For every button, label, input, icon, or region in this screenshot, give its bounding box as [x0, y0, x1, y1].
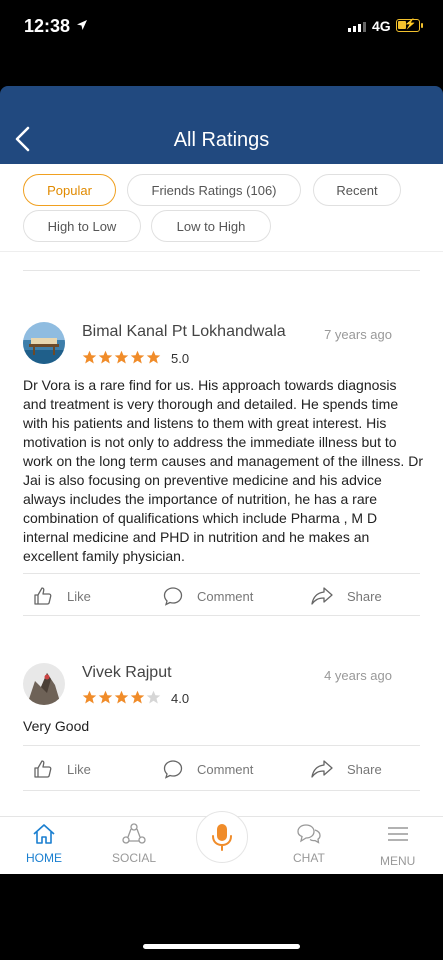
- tab-social-label: SOCIAL: [112, 851, 157, 865]
- comment-label: Comment: [197, 761, 254, 777]
- microphone-icon: [212, 824, 232, 851]
- chat-icon: [297, 824, 321, 844]
- status-time: 12:38: [24, 16, 71, 36]
- star-icon: [146, 350, 161, 364]
- filter-low-to-high[interactable]: Low to High: [151, 210, 271, 242]
- star-icon: [98, 350, 113, 364]
- share-label: Share: [347, 588, 382, 604]
- filter-high-to-low[interactable]: High to Low: [23, 210, 141, 242]
- tab-social[interactable]: SOCIAL: [112, 823, 156, 865]
- like-label: Like: [67, 588, 91, 604]
- filter-friends-ratings[interactable]: Friends Ratings (106): [127, 174, 301, 206]
- hamburger-menu-icon: [387, 827, 408, 841]
- share-arrow-icon: [311, 587, 333, 605]
- share-button[interactable]: Share: [311, 759, 382, 779]
- like-button[interactable]: Like: [33, 759, 91, 779]
- star-icon: [146, 690, 161, 704]
- page-title: All Ratings: [173, 129, 270, 151]
- tab-chat-label: CHAT: [293, 851, 325, 865]
- share-arrow-icon: [311, 760, 333, 778]
- voice-search-button[interactable]: [196, 811, 248, 863]
- avatar-photo: [23, 322, 65, 364]
- star-icon: [130, 350, 145, 364]
- share-label: Share: [347, 761, 382, 777]
- tab-home-label: HOME: [26, 851, 62, 865]
- comment-button[interactable]: Comment: [163, 586, 253, 606]
- share-button[interactable]: Share: [311, 586, 382, 606]
- rating-value: 5.0: [171, 351, 190, 366]
- divider: [23, 573, 420, 574]
- divider: [23, 270, 420, 271]
- location-arrow-icon: [77, 20, 87, 30]
- star-icon: [114, 690, 129, 704]
- signal-icon: [348, 22, 366, 32]
- comment-button[interactable]: Comment: [163, 759, 253, 779]
- comment-bubble-icon: [163, 587, 183, 606]
- reviewer-name[interactable]: Vivek Rajput: [82, 664, 172, 682]
- star-rating: [82, 690, 161, 705]
- avatar-photo: [23, 663, 65, 705]
- battery-icon: ⚡: [396, 19, 423, 32]
- thumbs-up-icon: [34, 587, 52, 605]
- review-text: Dr Vora is a rare find for us. His appro…: [23, 377, 423, 564]
- header-bar: All Ratings: [0, 86, 443, 164]
- filter-recent[interactable]: Recent: [313, 174, 401, 206]
- social-icon: [122, 823, 146, 844]
- like-button[interactable]: Like: [33, 586, 91, 606]
- tab-chat[interactable]: CHAT: [293, 823, 325, 865]
- network-type: 4G: [372, 18, 391, 34]
- home-icon: [33, 824, 55, 844]
- star-icon: [82, 350, 97, 364]
- thumbs-up-icon: [34, 760, 52, 778]
- star-icon: [82, 690, 97, 704]
- review-time: 7 years ago: [324, 327, 392, 342]
- filter-popular[interactable]: Popular: [23, 174, 116, 206]
- divider: [23, 790, 420, 791]
- avatar[interactable]: [23, 663, 65, 705]
- bottom-tab-bar: HOME SOCIAL CHAT MENU: [0, 811, 443, 874]
- divider: [23, 745, 420, 746]
- status-bar: 12:38 4G ⚡: [0, 0, 443, 56]
- filter-bar: Popular Friends Ratings (106) Recent Hig…: [0, 164, 443, 252]
- star-rating: [82, 350, 161, 365]
- review-time: 4 years ago: [324, 668, 392, 683]
- star-icon: [130, 690, 145, 704]
- reviewer-name[interactable]: Bimal Kanal Pt Lokhandwala: [82, 323, 286, 341]
- ratings-content: Popular Friends Ratings (106) Recent Hig…: [0, 164, 443, 874]
- rating-value: 4.0: [171, 691, 190, 706]
- star-icon: [98, 690, 113, 704]
- divider: [23, 615, 420, 616]
- star-icon: [114, 350, 129, 364]
- like-label: Like: [67, 761, 91, 777]
- tab-menu[interactable]: MENU: [380, 823, 415, 868]
- comment-bubble-icon: [163, 760, 183, 779]
- review-text: Very Good: [23, 718, 90, 734]
- home-indicator: [143, 944, 300, 949]
- avatar[interactable]: [23, 322, 65, 364]
- comment-label: Comment: [197, 588, 254, 604]
- tab-menu-label: MENU: [380, 854, 416, 868]
- tab-home[interactable]: HOME: [26, 823, 62, 865]
